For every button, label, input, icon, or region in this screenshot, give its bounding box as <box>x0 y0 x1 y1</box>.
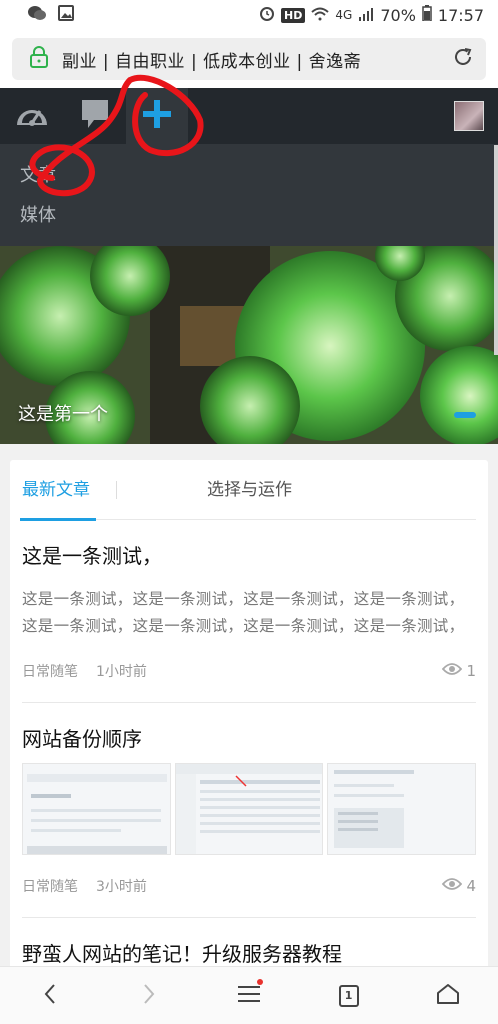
status-bar: HD 4G 70% 17:57 <box>0 0 498 30</box>
post-thumbnails <box>22 763 477 855</box>
wechat-icon <box>28 5 46 25</box>
comment-icon <box>80 98 110 134</box>
post-list-card: 最新文章 选择与运作 这是一条测试， 这是一条测试，这是一条测试，这是一条测试，… <box>10 460 488 980</box>
view-count: 4 <box>442 877 476 895</box>
back-button[interactable] <box>20 967 80 1024</box>
network-label: 4G <box>335 8 353 22</box>
hd-badge: HD <box>281 7 306 23</box>
post-title[interactable]: 网站备份顺序 <box>22 703 476 761</box>
notification-dot <box>256 978 263 985</box>
tab-latest[interactable]: 最新文章 <box>20 460 96 521</box>
avatar <box>454 101 484 131</box>
dashboard-icon <box>14 99 50 133</box>
image-icon <box>58 5 74 25</box>
wifi-icon <box>311 6 330 25</box>
thumbnail-image[interactable] <box>174 763 324 855</box>
tabs-icon: 1 <box>338 984 359 1007</box>
admin-toolbar <box>0 88 498 144</box>
slide-indicator[interactable] <box>454 412 476 418</box>
view-count-value: 4 <box>466 877 476 895</box>
tab-divider <box>116 480 117 499</box>
post-meta: 日常随笔 1小时前 1 <box>22 640 476 702</box>
user-menu-button[interactable] <box>452 88 486 144</box>
excerpt-line: 这是一条测试，这是一条测试，这是一条测试，这是一条测试， <box>22 617 465 635</box>
clock: 17:57 <box>437 5 484 25</box>
menu-button[interactable] <box>219 967 279 1024</box>
comments-button[interactable] <box>64 88 126 144</box>
tab-selection[interactable]: 选择与运作 <box>207 460 292 520</box>
slide-caption: 这是第一个 <box>18 404 108 425</box>
post-meta: 日常随笔 3小时前 4 <box>22 855 476 917</box>
post-category[interactable]: 日常随笔 <box>22 876 78 896</box>
address-bar[interactable]: 副业 | 自由职业 | 低成本创业 | 舍逸斋 <box>12 38 486 80</box>
battery-level: 70% <box>380 5 416 25</box>
menu-icon <box>237 984 260 1008</box>
menu-item-post[interactable]: 文章 <box>20 156 478 196</box>
post-time: 1小时前 <box>96 664 147 680</box>
forward-icon <box>142 983 156 1009</box>
new-content-button[interactable] <box>126 88 188 144</box>
dashboard-button[interactable] <box>0 88 64 144</box>
post-time: 3小时前 <box>96 879 147 895</box>
signal-icon <box>358 6 374 25</box>
post-title[interactable]: 这是一条测试， <box>22 520 476 578</box>
back-icon <box>43 983 57 1009</box>
thumbnail-image[interactable] <box>22 763 171 855</box>
post-excerpt: 这是一条测试，这是一条测试，这是一条测试，这是一条测试， 这是一条测试，这是一条… <box>22 586 476 640</box>
excerpt-line: 这是一条测试，这是一条测试，这是一条测试，这是一条测试， <box>22 590 465 608</box>
tabs-button[interactable]: 1 <box>319 967 379 1024</box>
home-button[interactable] <box>418 967 478 1024</box>
eye-icon <box>442 877 463 895</box>
menu-item-media[interactable]: 媒体 <box>20 196 478 236</box>
post-category[interactable]: 日常随笔 <box>22 661 78 681</box>
post-tabs: 最新文章 选择与运作 <box>20 460 476 521</box>
eye-icon <box>442 662 463 680</box>
home-icon <box>436 983 460 1009</box>
list-item[interactable]: 这是一条测试， 这是一条测试，这是一条测试，这是一条测试，这是一条测试， 这是一… <box>22 520 476 703</box>
view-count-value: 1 <box>466 662 476 680</box>
battery-icon <box>422 5 432 25</box>
scrollbar[interactable] <box>494 145 498 355</box>
list-item[interactable]: 网站备份顺序 日常随笔 3小时前 4 <box>22 703 477 918</box>
forward-button[interactable] <box>119 967 179 1024</box>
hero-slider[interactable]: 这是第一个 <box>0 246 498 444</box>
plus-icon <box>141 98 173 134</box>
thumbnail-image[interactable] <box>327 763 477 855</box>
view-count: 1 <box>442 662 476 680</box>
alarm-icon <box>259 5 275 25</box>
reload-icon[interactable] <box>452 46 474 72</box>
page-title: 副业 | 自由职业 | 低成本创业 | 舍逸斋 <box>62 51 362 72</box>
browser-bottom-nav: 1 <box>0 966 498 1024</box>
new-content-menu: 文章 媒体 <box>0 144 498 246</box>
lock-icon <box>30 46 48 72</box>
address-bar-container: 副业 | 自由职业 | 低成本创业 | 舍逸斋 <box>0 30 498 88</box>
